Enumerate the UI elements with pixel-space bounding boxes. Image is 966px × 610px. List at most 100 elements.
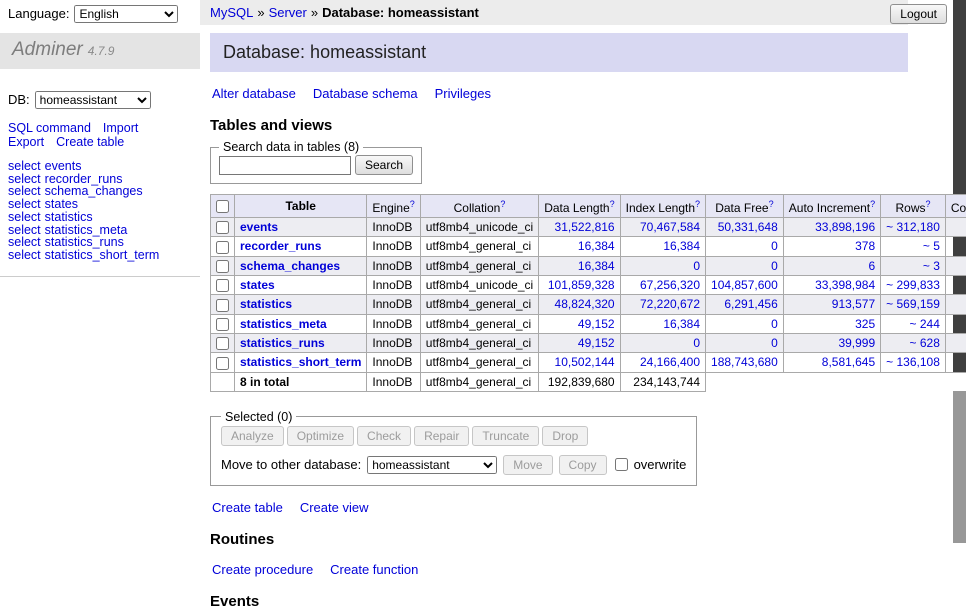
move-button[interactable]: Move — [503, 455, 552, 475]
row-checkbox-statistics_meta[interactable] — [216, 318, 229, 331]
table-link-statistics_meta[interactable]: statistics_meta — [240, 317, 327, 331]
link-create-table[interactable]: Create table — [212, 500, 283, 515]
sidebar-link-sql-command[interactable]: SQL command — [8, 121, 91, 135]
index-length-link-statistics[interactable]: 72,220,672 — [640, 297, 700, 311]
sidebar-select-link-statistics[interactable]: select — [8, 210, 41, 224]
move-db-select[interactable]: homeassistant — [367, 456, 497, 474]
index-length-link-statistics_runs[interactable]: 0 — [693, 336, 700, 350]
data-length-link-statistics_runs[interactable]: 49,152 — [578, 336, 615, 350]
overwrite-checkbox[interactable] — [615, 458, 628, 471]
logout-button[interactable]: Logout — [890, 4, 947, 24]
data-free-link-recorder_runs[interactable]: 0 — [771, 239, 778, 253]
sidebar-table-link-statistics[interactable]: statistics — [45, 210, 93, 224]
index-length-link-statistics_short_term[interactable]: 24,166,400 — [640, 355, 700, 369]
auto-increment-link-events[interactable]: 33,898,196 — [815, 220, 875, 234]
auto-increment-link-statistics_meta[interactable]: 325 — [855, 317, 875, 331]
row-checkbox-schema_changes[interactable] — [216, 260, 229, 273]
index-length-link-events[interactable]: 70,467,584 — [640, 220, 700, 234]
row-checkbox-statistics_runs[interactable] — [216, 337, 229, 350]
rows-count-link-statistics_short_term[interactable]: ~ 136,108 — [886, 355, 940, 369]
auto-increment-link-statistics[interactable]: 913,577 — [832, 297, 875, 311]
table-link-states[interactable]: states — [240, 278, 275, 292]
sidebar-select-link-statistics_short_term[interactable]: select — [8, 248, 41, 262]
repair-button[interactable]: Repair — [414, 426, 469, 446]
auto-increment-link-statistics_runs[interactable]: 39,999 — [838, 336, 875, 350]
check-button[interactable]: Check — [357, 426, 411, 446]
app-name[interactable]: Adminer — [12, 39, 83, 60]
search-input[interactable] — [219, 156, 351, 175]
table-link-recorder_runs[interactable]: recorder_runs — [240, 239, 321, 253]
sidebar-select-link-states[interactable]: select — [8, 197, 41, 211]
data-length-link-states[interactable]: 101,859,328 — [548, 278, 615, 292]
table-link-statistics[interactable]: statistics — [240, 297, 292, 311]
table-link-statistics_short_term[interactable]: statistics_short_term — [240, 355, 361, 369]
sidebar-link-export[interactable]: Export — [8, 135, 44, 149]
link-database-schema[interactable]: Database schema — [313, 86, 418, 101]
data-length-link-events[interactable]: 31,522,816 — [555, 220, 615, 234]
data-length-link-recorder_runs[interactable]: 16,384 — [578, 239, 615, 253]
rows-count-link-recorder_runs[interactable]: ~ 5 — [923, 239, 940, 253]
index-length-link-schema_changes[interactable]: 0 — [693, 259, 700, 273]
table-link-schema_changes[interactable]: schema_changes — [240, 259, 340, 273]
index-length-link-recorder_runs[interactable]: 16,384 — [663, 239, 700, 253]
sidebar-select-link-events[interactable]: select — [8, 159, 41, 173]
language-select[interactable]: English — [74, 5, 178, 23]
auto-increment-link-statistics_short_term[interactable]: 8,581,645 — [822, 355, 875, 369]
auto-increment-link-recorder_runs[interactable]: 378 — [855, 239, 875, 253]
truncate-button[interactable]: Truncate — [472, 426, 539, 446]
help-link-rows[interactable]: ? — [926, 199, 931, 209]
link-alter-database[interactable]: Alter database — [212, 86, 296, 101]
row-checkbox-events[interactable] — [216, 221, 229, 234]
copy-button[interactable]: Copy — [559, 455, 607, 475]
sidebar-table-link-states[interactable]: states — [45, 197, 78, 211]
select-all-checkbox[interactable] — [216, 200, 229, 213]
auto-increment-link-states[interactable]: 33,398,984 — [815, 278, 875, 292]
rows-count-link-schema_changes[interactable]: ~ 3 — [923, 259, 940, 273]
rows-count-link-events[interactable]: ~ 312,180 — [886, 220, 940, 234]
auto-increment-link-schema_changes[interactable]: 6 — [868, 259, 875, 273]
breadcrumb-mysql-link[interactable]: MySQL — [210, 5, 253, 20]
db-select[interactable]: homeassistant — [35, 91, 151, 109]
sidebar-link-create-table[interactable]: Create table — [56, 135, 124, 149]
data-free-link-states[interactable]: 104,857,600 — [711, 278, 778, 292]
drop-button[interactable]: Drop — [542, 426, 588, 446]
data-length-link-schema_changes[interactable]: 16,384 — [578, 259, 615, 273]
row-checkbox-states[interactable] — [216, 279, 229, 292]
row-checkbox-statistics[interactable] — [216, 299, 229, 312]
help-link-auto-increment[interactable]: ? — [870, 199, 875, 209]
rows-count-link-states[interactable]: ~ 299,833 — [886, 278, 940, 292]
analyze-button[interactable]: Analyze — [221, 426, 284, 446]
link-create-function[interactable]: Create function — [330, 562, 418, 577]
data-length-link-statistics[interactable]: 48,824,320 — [555, 297, 615, 311]
breadcrumb-server-link[interactable]: Server — [269, 5, 307, 20]
help-link-index-length[interactable]: ? — [695, 199, 700, 209]
link-create-view[interactable]: Create view — [300, 500, 369, 515]
data-free-link-events[interactable]: 50,331,648 — [718, 220, 778, 234]
search-button[interactable]: Search — [355, 155, 413, 175]
index-length-link-statistics_meta[interactable]: 16,384 — [663, 317, 700, 331]
help-link-data-free[interactable]: ? — [769, 199, 774, 209]
link-privileges[interactable]: Privileges — [435, 86, 491, 101]
help-link-data-length[interactable]: ? — [610, 199, 615, 209]
rows-count-link-statistics[interactable]: ~ 569,159 — [886, 297, 940, 311]
optimize-button[interactable]: Optimize — [287, 426, 354, 446]
rows-count-link-statistics_runs[interactable]: ~ 628 — [910, 336, 940, 350]
sidebar-table-link-events[interactable]: events — [45, 159, 82, 173]
rows-count-link-statistics_meta[interactable]: ~ 244 — [910, 317, 940, 331]
data-free-link-statistics_short_term[interactable]: 188,743,680 — [711, 355, 778, 369]
table-link-events[interactable]: events — [240, 220, 278, 234]
data-free-link-statistics_runs[interactable]: 0 — [771, 336, 778, 350]
data-free-link-schema_changes[interactable]: 0 — [771, 259, 778, 273]
help-link-collation[interactable]: ? — [500, 199, 505, 209]
table-link-statistics_runs[interactable]: statistics_runs — [240, 336, 325, 350]
row-checkbox-recorder_runs[interactable] — [216, 241, 229, 254]
data-free-link-statistics_meta[interactable]: 0 — [771, 317, 778, 331]
sidebar-table-link-statistics_short_term[interactable]: statistics_short_term — [45, 248, 160, 262]
index-length-link-states[interactable]: 67,256,320 — [640, 278, 700, 292]
row-checkbox-statistics_short_term[interactable] — [216, 357, 229, 370]
link-create-procedure[interactable]: Create procedure — [212, 562, 313, 577]
sidebar-link-import[interactable]: Import — [103, 121, 138, 135]
data-length-link-statistics_short_term[interactable]: 10,502,144 — [555, 355, 615, 369]
data-free-link-statistics[interactable]: 6,291,456 — [724, 297, 777, 311]
data-length-link-statistics_meta[interactable]: 49,152 — [578, 317, 615, 331]
